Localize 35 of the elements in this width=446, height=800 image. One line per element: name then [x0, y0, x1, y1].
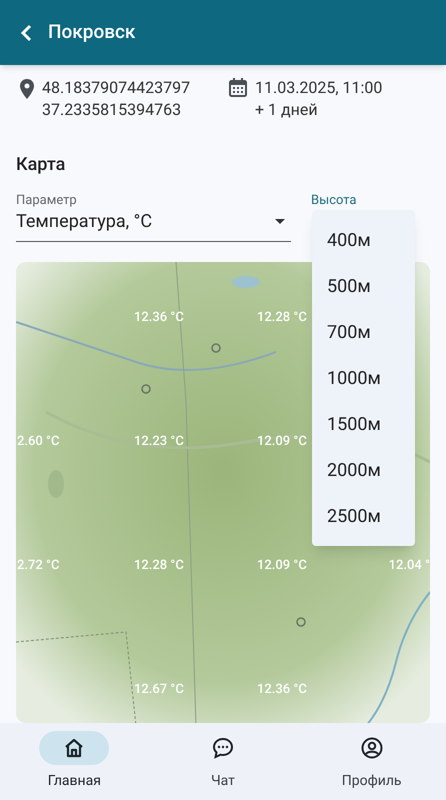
temperature-label: 12.09 °C	[257, 558, 307, 574]
menu-item[interactable]: 1500м	[312, 401, 415, 447]
menu-item[interactable]: 500м	[312, 263, 415, 309]
menu-item[interactable]: 2000м	[312, 447, 415, 493]
latitude-text: 48.18379074423797	[42, 77, 190, 100]
temperature-label: 12.67 °C	[134, 682, 184, 698]
longitude-text: 37.2335815394763	[42, 99, 182, 122]
menu-item[interactable]: 1000м	[312, 355, 415, 401]
home-icon	[64, 738, 84, 758]
temperature-label: 2.60 °C	[17, 434, 60, 450]
chevron-left-icon	[20, 24, 32, 42]
screen-title: Покровск	[48, 19, 136, 46]
temperature-label: 12.04 °	[388, 558, 430, 574]
temperature-label: 12.36 °C	[134, 310, 184, 326]
nav-tab[interactable]: Чат	[148, 730, 298, 792]
menu-item[interactable]: 700м	[312, 309, 415, 355]
menu-item[interactable]: 400м	[312, 217, 415, 263]
temperature-label: 2.72 °C	[17, 558, 60, 574]
date-text: 11.03.2025, 11:00	[255, 77, 382, 100]
temperature-label: 12.28 °C	[257, 310, 307, 326]
parameter-select[interactable]: Параметр Температура, °C	[16, 194, 291, 242]
temperature-label: 12.28 °C	[134, 558, 184, 574]
temperature-label: 12.36 °C	[257, 682, 307, 698]
nav-tab[interactable]: Главная	[0, 730, 149, 792]
chat-bubble-icon	[212, 736, 234, 759]
nav-tab[interactable]: Профиль	[297, 730, 446, 792]
temperature-label: 12.23 °C	[134, 434, 184, 450]
dropdown-arrow-icon	[275, 219, 285, 224]
date-offset-text: + 1 дней	[255, 99, 319, 122]
section-title: Карта	[16, 153, 66, 178]
calendar-icon	[229, 78, 247, 98]
menu-item[interactable]: 2500м	[312, 493, 415, 539]
profile-icon	[360, 736, 383, 759]
location-pin-icon	[20, 79, 34, 100]
temperature-label: 12.09 °C	[257, 434, 307, 450]
